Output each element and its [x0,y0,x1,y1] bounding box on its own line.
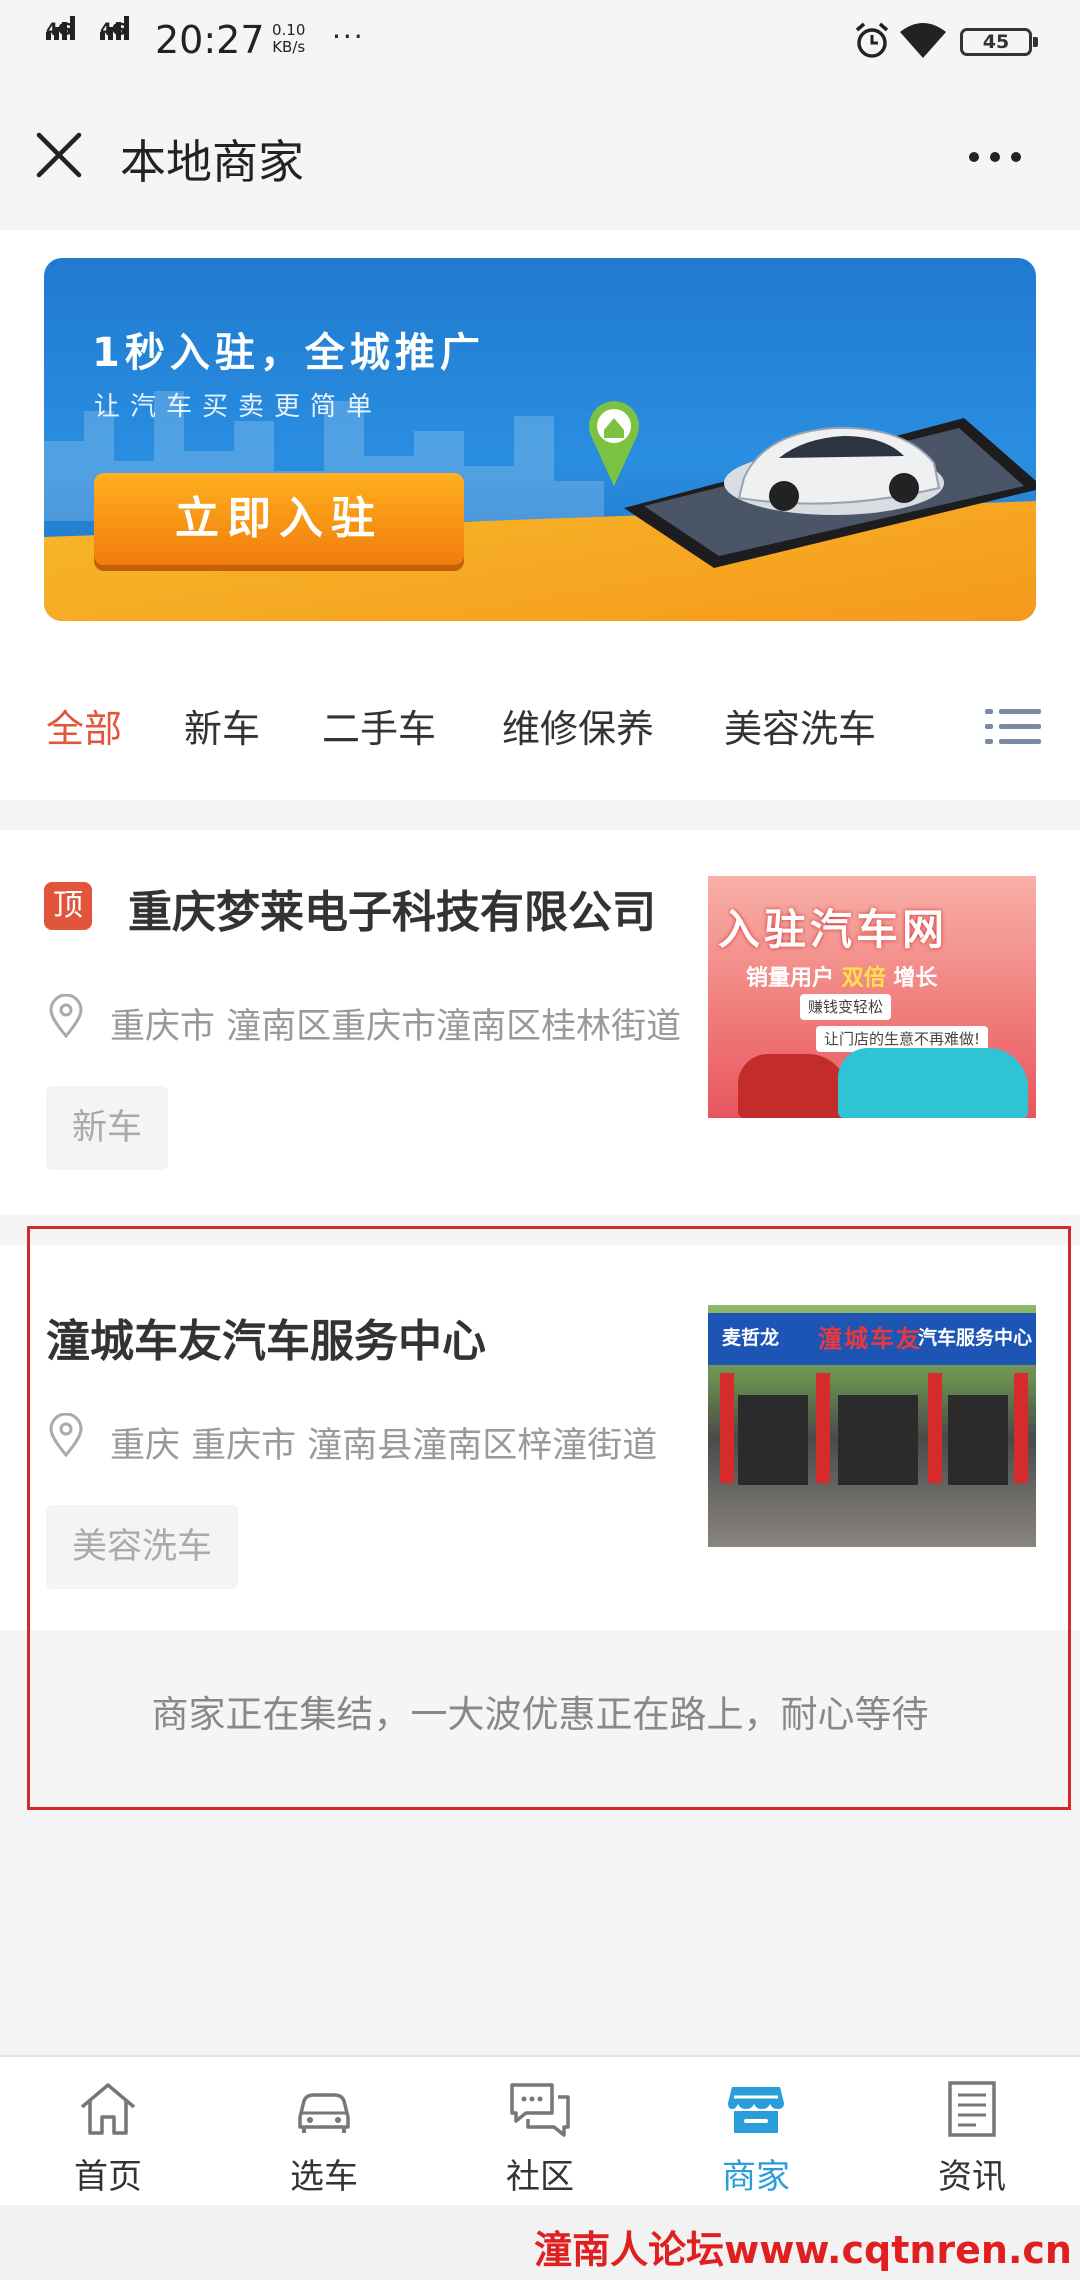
banner-subtitle: 让汽车买卖更简单 [94,392,383,422]
wifi-icon [900,23,946,58]
bottom-nav: 首页 选车 社区 商家 资讯 [0,2055,1080,2205]
thumbnail-title: 入驻汽车网 [718,905,949,954]
location-pin-graphic [589,401,639,486]
site-watermark: 潼南人论坛www.cqtnren.cn [534,2228,1072,2272]
tab-new-car[interactable]: 新车 [184,698,260,753]
nav-item-merchants[interactable]: 商家 [648,2057,864,2207]
banner-headline: 1秒入驻，全城推广 [92,330,485,376]
close-icon[interactable] [34,130,84,180]
thumbnail-slogan-part: 增长 [893,966,938,991]
chat-icon [510,2083,570,2137]
alarm-icon [855,22,889,58]
merchant-name: 重庆梦莱电子科技有限公司 [128,887,656,938]
thumbnail-slogan-part: 销量用户 [746,966,835,991]
nav-item-label: 资讯 [938,2157,1006,2197]
page-title: 本地商家 [120,135,304,189]
nav-item-label: 商家 [722,2157,790,2197]
shop-icon [728,2087,784,2133]
tab-used-car[interactable]: 二手车 [322,698,436,753]
news-icon [948,2081,996,2137]
merchant-card[interactable]: 顶 重庆梦莱电子科技有限公司 重庆市 潼南区重庆市潼南区桂林街道 新车 入驻汽车… [0,830,1080,1215]
location-icon [49,994,83,1038]
network-speed-unit: KB/s [272,38,306,56]
category-tabs: 全部 新车 二手车 维修保养 美容洗车 [0,650,1080,800]
promo-banner[interactable]: 1秒入驻，全城推广 让汽车买卖更简单 立即入驻 [44,258,1036,621]
thumbnail-slogan-highlight: 双倍 [841,966,886,991]
tab-all[interactable]: 全部 [46,698,122,753]
tab-car-wash[interactable]: 美容洗车 [724,698,876,753]
blue-car-graphic [838,1048,1028,1118]
highlight-box [27,1226,1071,1810]
merchant-thumbnail: 入驻汽车网 销量用户 双倍 增长 赚钱变轻松 让门店的生意不再难做! [708,876,1036,1118]
status-more: ··· [332,20,365,53]
merchant-category-tag: 新车 [46,1086,169,1170]
status-time: 20:27 [155,18,265,62]
red-car-graphic [738,1054,848,1118]
battery-level: 45 [982,31,1010,53]
join-now-button[interactable]: 立即入驻 [94,473,464,565]
nav-item-label: 社区 [506,2157,574,2197]
nav-item-label: 首页 [74,2157,142,2197]
car-phone-illustration [624,418,1036,568]
nav-item-select-car[interactable]: 选车 [216,2057,432,2207]
watermark-bar: 潼南人论坛www.cqtnren.cn [0,2205,1080,2280]
nav-item-news[interactable]: 资讯 [864,2057,1080,2207]
network-speed-value: 0.10 [272,21,306,39]
home-icon [80,2083,136,2135]
car-icon [298,2093,350,2133]
pinned-badge: 顶 [44,882,92,930]
thumbnail-chip: 赚钱变轻松 [800,994,892,1020]
network-speed: 0.10 KB/s [272,22,305,56]
menu-icon[interactable] [985,705,1041,749]
tab-repair[interactable]: 维修保养 [502,698,654,753]
nav-item-community[interactable]: 社区 [432,2057,648,2207]
thumbnail-slogan: 销量用户 双倍 增长 [746,960,937,992]
more-icon[interactable] [965,142,1025,172]
status-bar: 4G 4G 20:27 0.10 KB/s ··· 45 [0,0,1080,82]
merchant-address: 重庆市 潼南区重庆市潼南区桂林街道 [110,1007,682,1047]
nav-item-label: 选车 [290,2157,358,2197]
nav-bar: 本地商家 [0,82,1080,230]
battery-icon: 45 [960,28,1038,56]
nav-item-home[interactable]: 首页 [0,2057,216,2207]
